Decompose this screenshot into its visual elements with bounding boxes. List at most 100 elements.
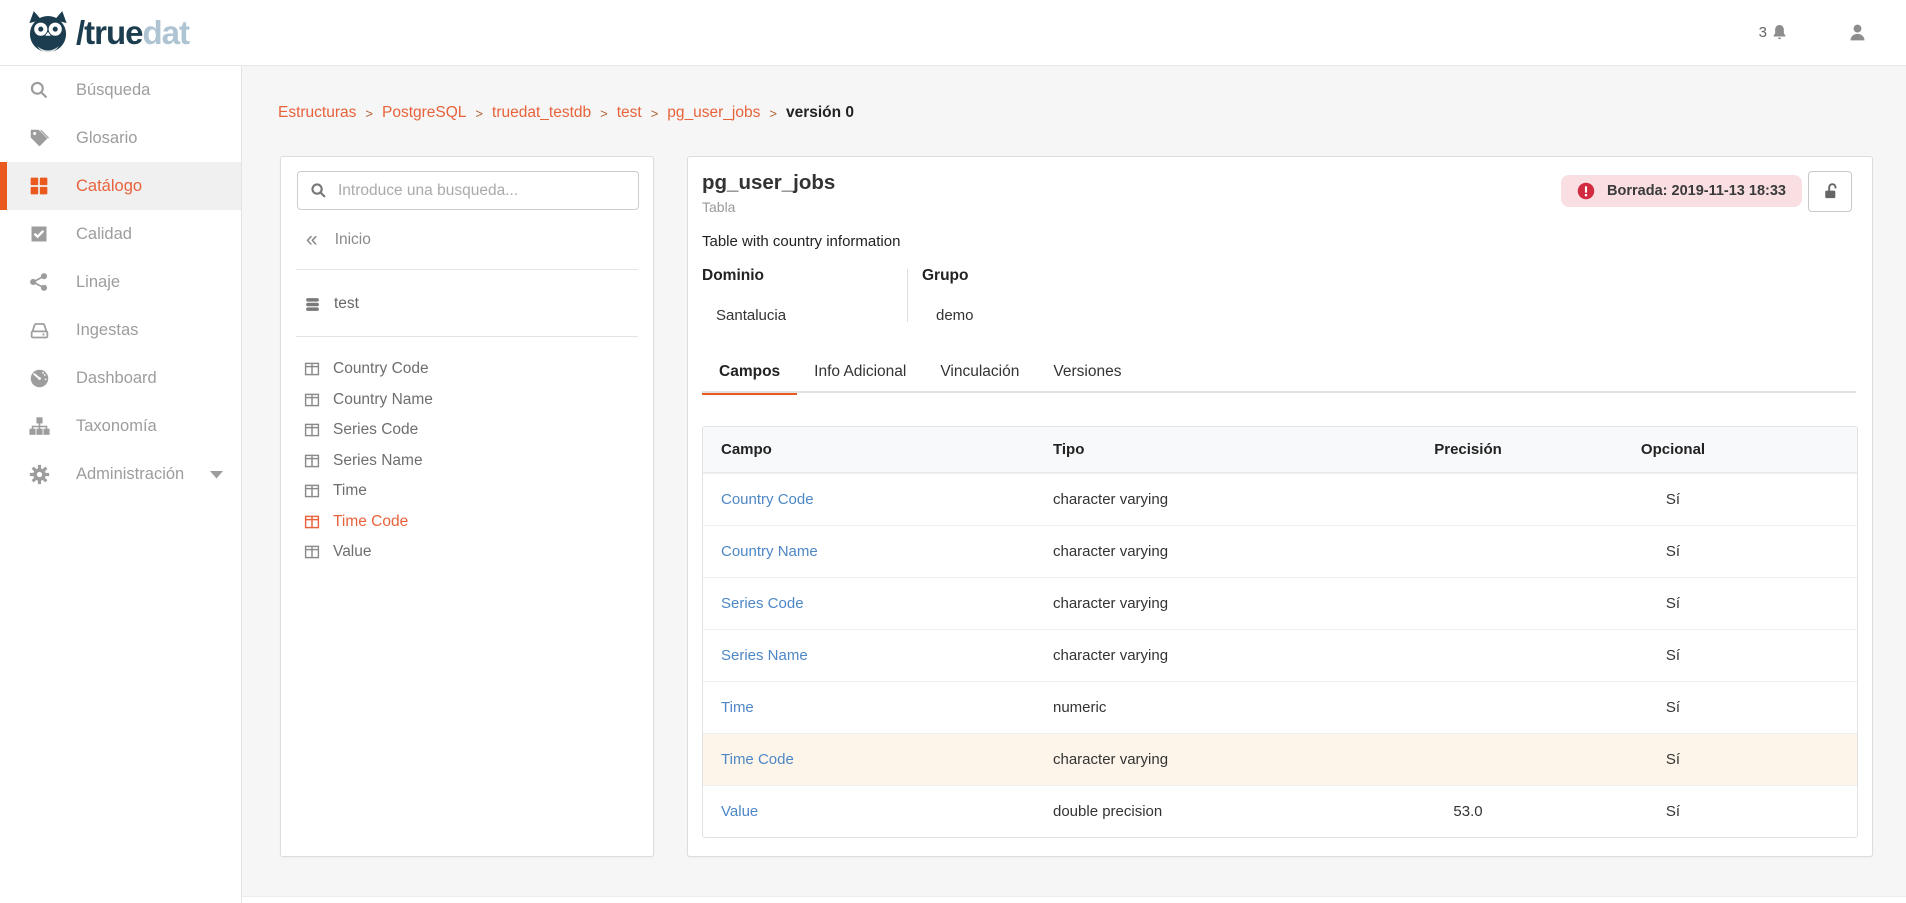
field-link[interactable]: Series Code (721, 595, 1053, 612)
field-optional: Sí (1568, 803, 1778, 820)
column-icon (304, 453, 320, 469)
column-header-precision: Precisión (1368, 441, 1568, 458)
field-link[interactable]: Country Name (721, 543, 1053, 560)
sidebar-item-ingestas[interactable]: Ingestas (0, 306, 241, 354)
column-header-opcional: Opcional (1568, 441, 1778, 458)
column-icon (304, 422, 320, 438)
field-type: character varying (1053, 491, 1368, 508)
field-link[interactable]: Value (721, 803, 1053, 820)
field-link[interactable]: Series Name (721, 647, 1053, 664)
search-icon (310, 182, 327, 199)
column-header-campo: Campo (721, 441, 1053, 458)
column-icon (304, 544, 320, 560)
field-type: numeric (1053, 699, 1368, 716)
tab-vinculacion[interactable]: Vinculación (923, 363, 1036, 392)
deleted-status-text: Borrada: 2019-11-13 18:33 (1607, 183, 1786, 199)
sidebar-item-catalogo[interactable]: Catálogo (0, 162, 241, 210)
sidebar-item-label: Calidad (76, 225, 132, 244)
sidebar-item-linaje[interactable]: Linaje (0, 258, 241, 306)
tree-item-series-code[interactable]: Series Code (281, 415, 653, 446)
column-icon (304, 361, 320, 377)
tree-item-label: Time Code (333, 513, 408, 531)
notification-count: 3 (1759, 24, 1767, 41)
tree-item-label: Series Name (333, 452, 423, 470)
sidebar-item-taxonomia[interactable]: Taxonomía (0, 402, 241, 450)
tab-campos[interactable]: Campos (702, 363, 797, 392)
tree-parent-schema[interactable]: test (304, 295, 359, 313)
sidebar-item-dashboard[interactable]: Dashboard (0, 354, 241, 402)
field-type: double precision (1053, 803, 1368, 820)
breadcrumb-link-estructuras[interactable]: Estructuras (278, 104, 356, 122)
sidebar-item-administracion[interactable]: Administración (0, 450, 241, 498)
page-title: pg_user_jobs (702, 171, 835, 195)
search-icon (28, 79, 50, 101)
sidebar-item-label: Linaje (76, 273, 120, 292)
structure-description: Table with country information (702, 233, 900, 250)
tree-item-series-name[interactable]: Series Name (281, 446, 653, 477)
tree-column-list: Country Code Country Name Series Code Se… (281, 354, 653, 568)
table-row: Value double precision 53.0 Sí (703, 785, 1857, 837)
lock-open-icon (1820, 181, 1841, 202)
sidebar-item-calidad[interactable]: Calidad (0, 210, 241, 258)
tab-versiones[interactable]: Versiones (1036, 363, 1138, 392)
field-optional: Sí (1568, 595, 1778, 612)
table-row: Series Code character varying Sí (703, 577, 1857, 629)
meta-value: Santalucia (702, 307, 907, 324)
breadcrumb-separator: > (365, 106, 373, 121)
drive-icon (28, 319, 50, 341)
field-precision: 53.0 (1368, 803, 1568, 820)
breadcrumb-link-pg-user-jobs[interactable]: pg_user_jobs (667, 104, 760, 122)
sidebar-item-label: Glosario (76, 129, 137, 148)
tree-item-label: Time (333, 482, 367, 500)
table-row-selected: Time Code character varying Sí (703, 733, 1857, 785)
notifications-button[interactable]: 3 (1759, 23, 1789, 42)
meta-dominio: Dominio Santalucia (702, 267, 907, 324)
tree-item-country-code[interactable]: Country Code (281, 354, 653, 385)
tree-item-time-code[interactable]: Time Code (281, 507, 653, 538)
database-icon (304, 296, 321, 313)
fields-table-header: Campo Tipo Precisión Opcional (703, 427, 1857, 473)
exclamation-circle-icon (1577, 182, 1595, 200)
field-link[interactable]: Country Code (721, 491, 1053, 508)
sidebar-item-label: Administración (76, 465, 184, 484)
sidebar-item-label: Catálogo (76, 177, 142, 196)
tree-search-box (297, 171, 639, 210)
lock-toggle-button[interactable] (1808, 171, 1852, 212)
share-icon (28, 271, 50, 293)
breadcrumb-link-test[interactable]: test (617, 104, 642, 122)
sidebar-item-label: Búsqueda (76, 81, 150, 100)
divider (296, 336, 638, 337)
field-type: character varying (1053, 595, 1368, 612)
user-icon (1847, 22, 1868, 43)
structure-type-label: Tabla (702, 199, 735, 215)
owl-logo-icon (26, 10, 70, 56)
brand-logo[interactable]: /truedat (26, 10, 189, 56)
user-menu-button[interactable] (1847, 22, 1868, 43)
column-icon (304, 392, 320, 408)
table-row: Series Name character varying Sí (703, 629, 1857, 681)
field-optional: Sí (1568, 751, 1778, 768)
breadcrumb-link-truedat-testdb[interactable]: truedat_testdb (492, 104, 591, 122)
divider (296, 269, 638, 270)
sidebar-item-busqueda[interactable]: Búsqueda (0, 66, 241, 114)
field-type: character varying (1053, 647, 1368, 664)
tree-back-home[interactable]: « Inicio (306, 231, 371, 249)
tree-item-label: Country Code (333, 360, 429, 378)
tab-info-adicional[interactable]: Info Adicional (797, 363, 923, 392)
tree-search-input[interactable] (338, 182, 626, 200)
tree-item-label: Value (333, 543, 372, 561)
table-row: Country Name character varying Sí (703, 525, 1857, 577)
tree-item-value[interactable]: Value (281, 537, 653, 568)
tags-icon (28, 127, 50, 149)
check-square-icon (28, 223, 50, 245)
tree-item-label: Series Code (333, 421, 418, 439)
field-link[interactable]: Time (721, 699, 1053, 716)
field-link[interactable]: Time Code (721, 751, 1053, 768)
tree-item-time[interactable]: Time (281, 476, 653, 507)
gear-icon (28, 463, 50, 485)
top-header: /truedat 3 (0, 0, 1906, 66)
meta-label: Grupo (922, 267, 974, 285)
breadcrumb-link-postgresql[interactable]: PostgreSQL (382, 104, 466, 122)
sidebar-item-glosario[interactable]: Glosario (0, 114, 241, 162)
tree-item-country-name[interactable]: Country Name (281, 385, 653, 416)
